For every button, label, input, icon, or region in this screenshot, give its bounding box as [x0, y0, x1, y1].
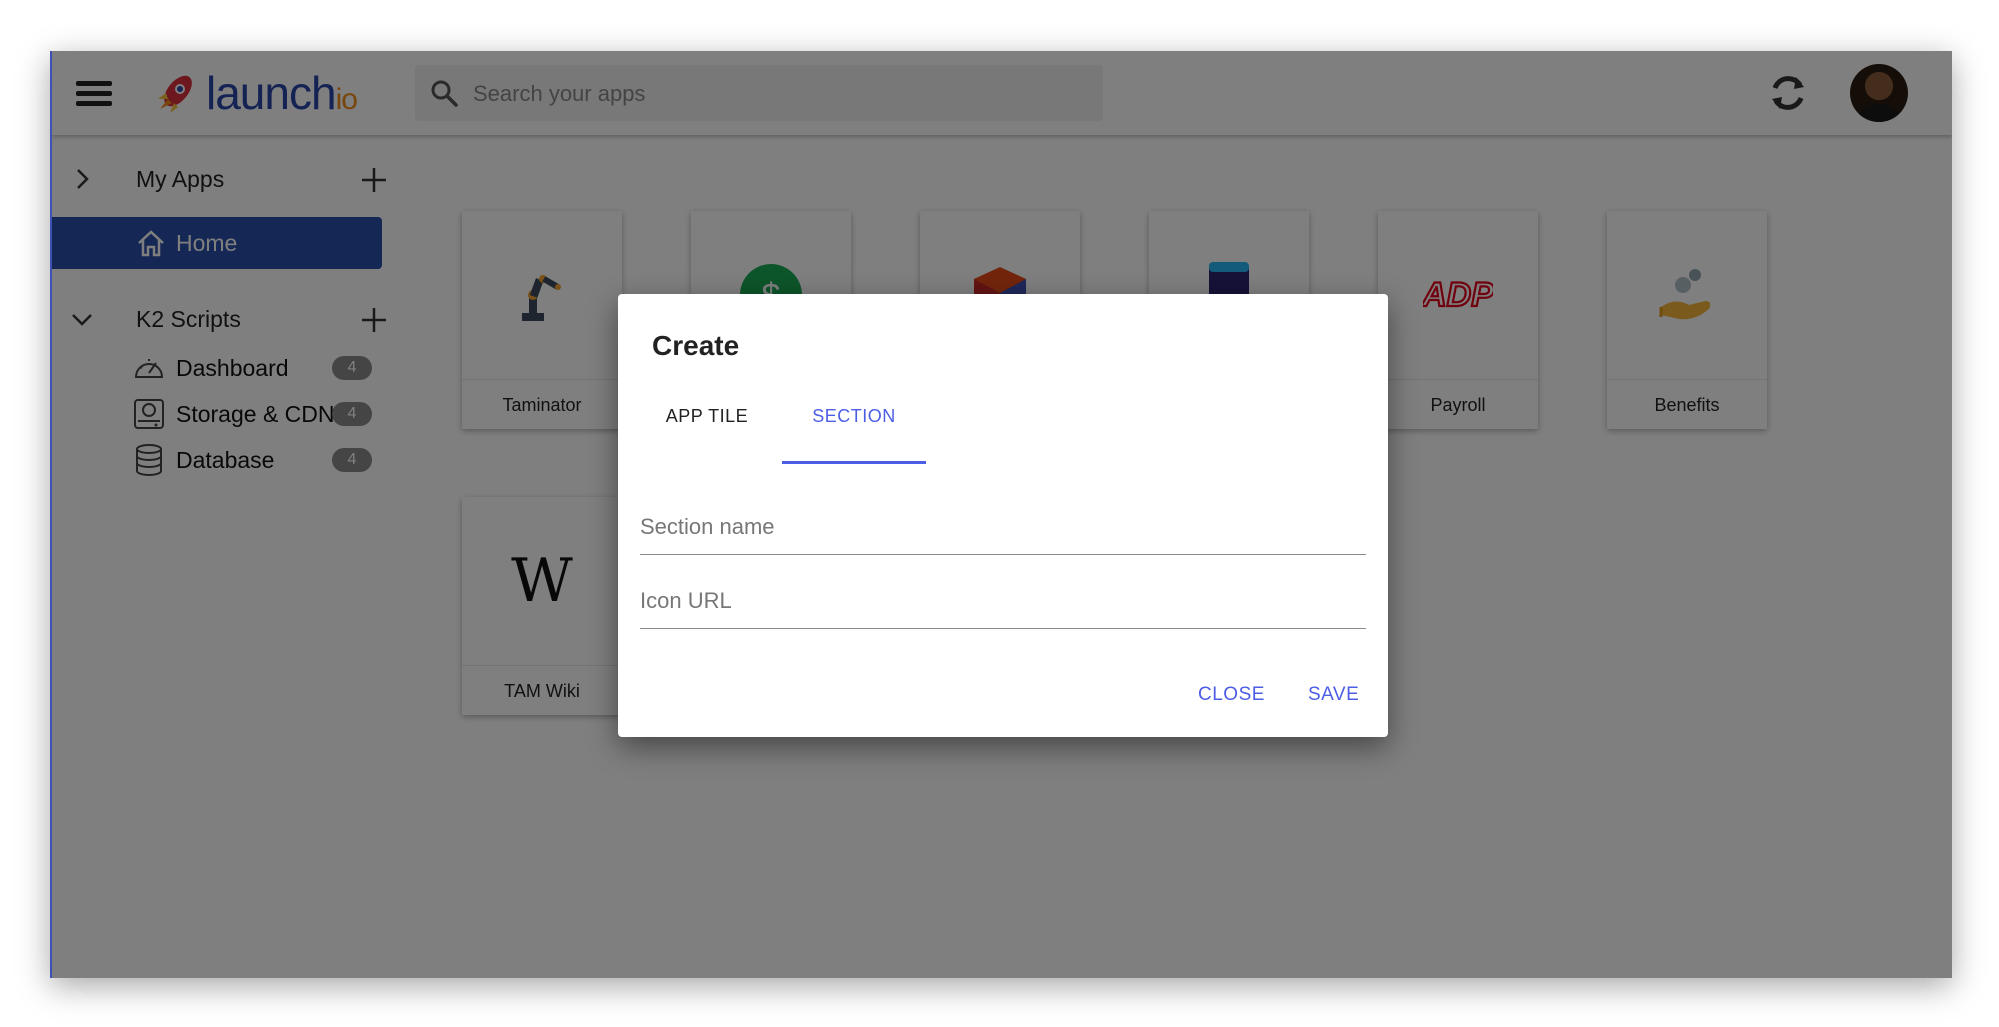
create-dialog: Create APP TILE SECTION CLOSE SAVE	[618, 294, 1388, 737]
section-name-field[interactable]	[640, 504, 1366, 555]
tab-section[interactable]: SECTION	[782, 398, 926, 464]
icon-url-input[interactable]	[640, 578, 1366, 624]
dialog-title: Create	[652, 330, 740, 361]
save-button[interactable]: SAVE	[1308, 684, 1359, 706]
section-name-input[interactable]	[640, 504, 1366, 550]
tab-app-tile[interactable]: APP TILE	[652, 398, 762, 464]
close-button[interactable]: CLOSE	[1198, 684, 1265, 706]
icon-url-field[interactable]	[640, 578, 1366, 629]
app-window: launchio My Apps	[50, 51, 1952, 978]
